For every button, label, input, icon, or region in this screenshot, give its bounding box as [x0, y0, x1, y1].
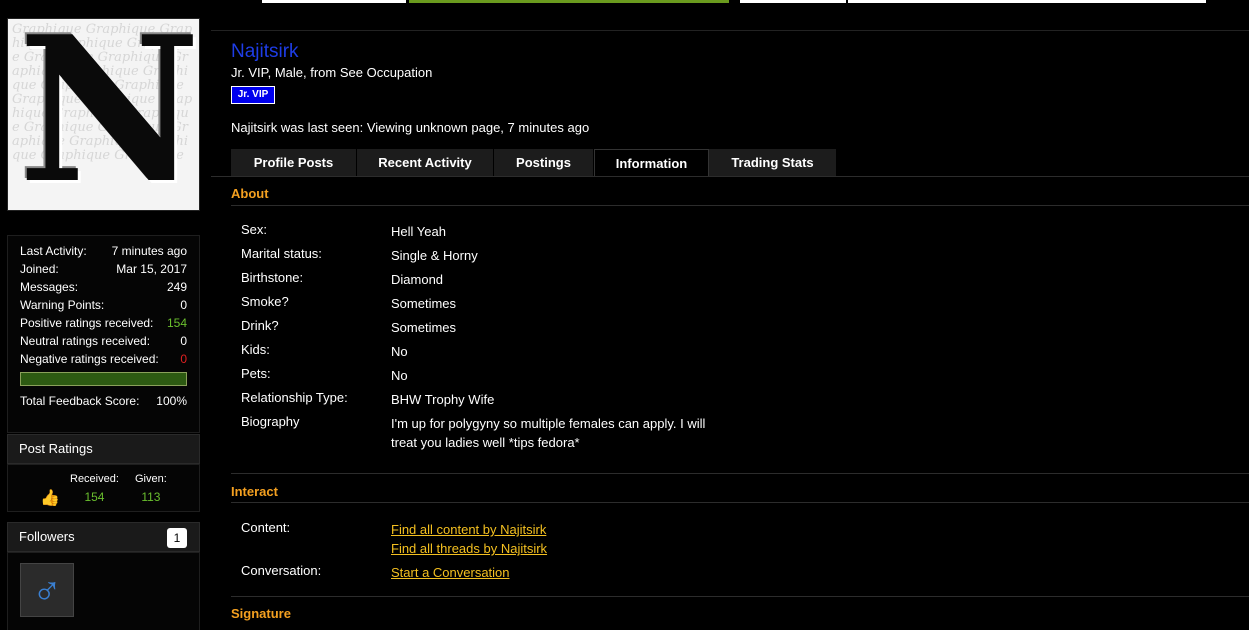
- tab-profile-posts[interactable]: Profile Posts: [231, 149, 357, 176]
- stat-label: Total Feedback Score:: [20, 394, 140, 408]
- username[interactable]: Najitsirk: [231, 41, 299, 63]
- feedback-score-fill: [21, 373, 186, 385]
- stat-row: Joined: Mar 15, 2017: [20, 260, 187, 278]
- stat-value: 154: [166, 316, 187, 330]
- top-strip-segment: [848, 0, 1206, 3]
- member-stats: Last Activity: 7 minutes ago Joined: Mar 15…: [7, 235, 200, 433]
- interact-heading: Interact: [231, 484, 278, 499]
- content-label: Content:: [241, 520, 291, 535]
- interact-divider: [231, 502, 1249, 503]
- about-label: Sex:: [241, 222, 268, 237]
- ratings-received[interactable]: Received: 154: [70, 473, 119, 504]
- post-ratings-header: Post Ratings: [7, 434, 200, 464]
- top-strip-segment: [262, 0, 406, 3]
- stat-value: 100%: [156, 394, 187, 408]
- about-label: Smoke?: [241, 294, 289, 309]
- stat-row-feedback: Total Feedback Score: 100%: [20, 392, 187, 410]
- followers-box: ♂: [7, 552, 200, 630]
- about-value: No: [391, 368, 408, 383]
- stat-label: Negative ratings received:: [20, 352, 159, 366]
- top-strip-segment: [409, 0, 729, 3]
- post-ratings-box: 👍 Received: 154 Given: 113: [7, 464, 200, 512]
- stat-row: Negative ratings received: 0: [20, 350, 187, 368]
- stat-label: Joined:: [20, 262, 59, 276]
- about-value: Sometimes: [391, 296, 457, 311]
- find-all-threads-link[interactable]: Find all threads by Najitsirk: [391, 539, 721, 558]
- stat-value: Mar 15, 2017: [116, 262, 187, 276]
- stat-label: Last Activity:: [20, 244, 87, 258]
- about-value: Hell Yeah: [391, 224, 446, 239]
- stat-label: Positive ratings received:: [20, 316, 154, 330]
- stat-value: 0: [180, 334, 187, 348]
- about-divider: [231, 205, 1249, 206]
- about-value: Diamond: [391, 272, 444, 287]
- about-value: BHW Trophy Wife: [391, 392, 495, 407]
- profile-main: Najitsirk Jr. VIP, Male, from See Occupa…: [211, 30, 1249, 630]
- tab-postings[interactable]: Postings: [494, 149, 594, 176]
- about-value: Sometimes: [391, 320, 457, 335]
- about-label: Pets:: [241, 366, 271, 381]
- about-value: Single & Horny: [391, 248, 478, 263]
- followers-header[interactable]: Followers 1: [7, 522, 200, 552]
- signature-heading: Signature: [231, 606, 291, 621]
- stat-row: Warning Points: 0: [20, 296, 187, 314]
- tab-trading-stats[interactable]: Trading Stats: [709, 149, 837, 176]
- conversation-links: Start a Conversation: [391, 563, 721, 582]
- stat-list: Last Activity: 7 minutes ago Joined: Mar 15…: [20, 242, 187, 368]
- interact-top-divider: [231, 473, 1249, 474]
- signature-top-divider: [231, 596, 1249, 597]
- rank-badge: Jr. VIP: [231, 86, 275, 104]
- about-label: Birthstone:: [241, 270, 304, 285]
- about-label: Biography: [241, 414, 300, 429]
- stat-value: 0: [180, 298, 187, 312]
- stat-label: Warning Points:: [20, 298, 105, 312]
- stat-label: Neutral ratings received:: [20, 334, 151, 348]
- stat-value: 249: [166, 280, 187, 294]
- stat-row: Last Activity: 7 minutes ago: [20, 242, 187, 260]
- stat-row: Messages: 249: [20, 278, 187, 296]
- tab-recent-activity[interactable]: Recent Activity: [357, 149, 494, 176]
- about-label: Relationship Type:: [241, 390, 348, 405]
- thumbs-up-icon: 👍: [40, 490, 60, 507]
- stat-value: 7 minutes ago: [111, 244, 187, 258]
- profile-tabs: Profile Posts Recent Activity Postings I…: [231, 149, 837, 176]
- user-avatar[interactable]: Graphique Graphique Graphique Graphique …: [7, 18, 200, 211]
- stat-label: Messages:: [20, 280, 79, 294]
- about-heading: About: [231, 186, 269, 201]
- ratings-given[interactable]: Given: 113: [135, 473, 167, 504]
- avatar-letter: N: [18, 18, 200, 211]
- tab-divider: [211, 176, 1249, 177]
- top-strip-segment: [740, 0, 846, 3]
- follower-avatar[interactable]: ♂: [20, 563, 74, 617]
- followers-count-badge: 1: [167, 528, 187, 548]
- stat-row: Neutral ratings received: 0: [20, 332, 187, 350]
- tab-information[interactable]: Information: [594, 149, 709, 176]
- stat-value: 0: [180, 352, 187, 366]
- about-value: I'm up for polygyny so multiple females …: [391, 416, 706, 450]
- feedback-score-bar: [20, 372, 187, 386]
- about-value: No: [391, 344, 408, 359]
- conversation-label: Conversation:: [241, 563, 322, 578]
- stat-row: Positive ratings received: 154: [20, 314, 187, 332]
- last-seen: Najitsirk was last seen: Viewing unknown…: [231, 120, 590, 135]
- content-links: Find all content by Najitsirk Find all t…: [391, 520, 721, 558]
- top-strip: [0, 0, 1249, 3]
- user-title: Jr. VIP, Male, from See Occupation: [231, 65, 433, 80]
- find-all-content-link[interactable]: Find all content by Najitsirk: [391, 520, 721, 539]
- start-conversation-link[interactable]: Start a Conversation: [391, 563, 721, 582]
- about-label: Drink?: [241, 318, 279, 333]
- about-label: Kids:: [241, 342, 270, 357]
- male-symbol-icon: ♂: [32, 567, 62, 612]
- about-label: Marital status:: [241, 246, 322, 261]
